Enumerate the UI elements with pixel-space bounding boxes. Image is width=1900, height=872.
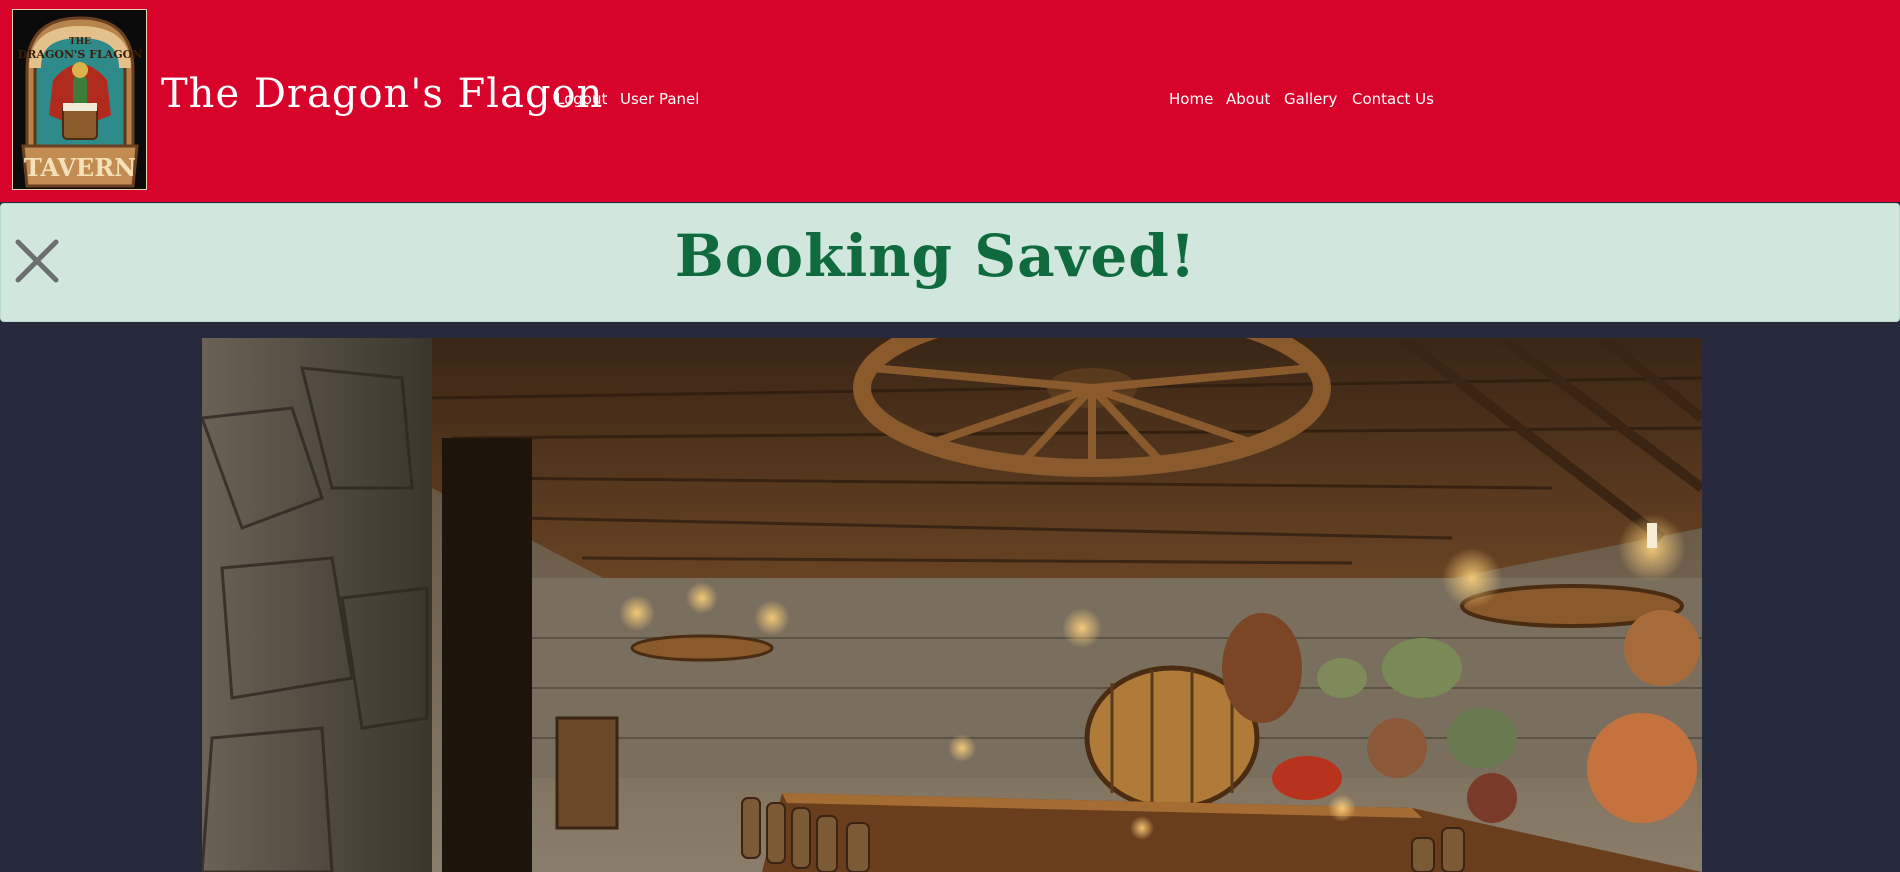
tavern-interior-illustration [202,338,1702,872]
logo-lettering-top: THE [69,37,91,47]
logo-lettering-name: DRAGON'S FLAGON [18,48,143,61]
nav-logout-link[interactable]: Logout [556,88,607,110]
alert-message: Booking Saved! [674,222,1197,290]
tavern-interior-image [202,338,1702,872]
tavern-logo[interactable]: THE DRAGON'S FLAGON TAVERN [12,9,147,190]
logo-lettering-bottom: TAVERN [24,153,136,182]
nav-gallery-link[interactable]: Gallery [1284,88,1337,110]
tavern-logo-emblem: THE DRAGON'S FLAGON TAVERN [13,10,146,189]
site-title[interactable]: The Dragon's Flagon [161,68,603,120]
nav-about-link[interactable]: About [1226,88,1270,110]
nav-home-link[interactable]: Home [1169,88,1213,110]
site-header: THE DRAGON'S FLAGON TAVERN The Dragon's … [0,0,1900,202]
nav-user-panel-link[interactable]: User Panel [620,88,699,110]
nav-contact-us-link[interactable]: Contact Us [1352,88,1434,110]
